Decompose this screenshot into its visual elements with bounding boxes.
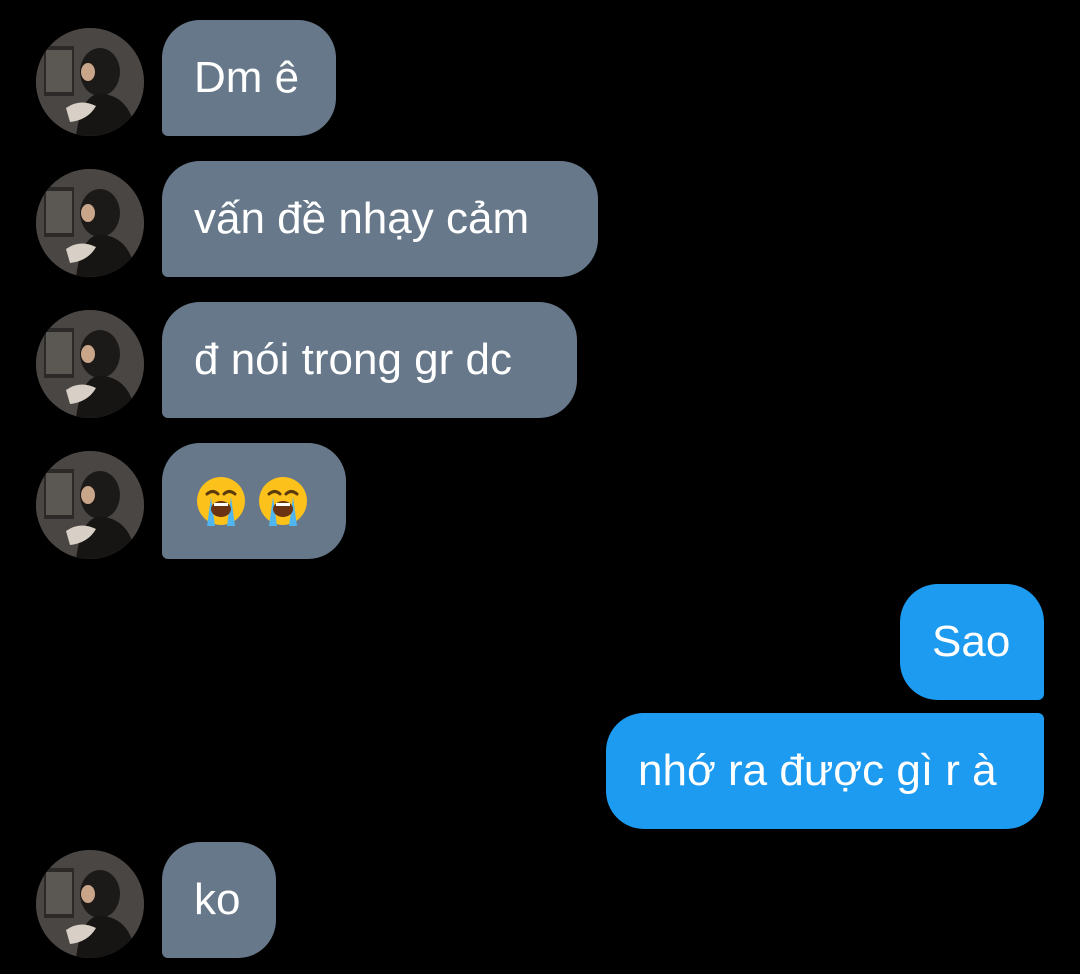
avatar-photo-icon: [36, 310, 144, 418]
loudly-crying-face-icon: [256, 474, 310, 528]
avatar[interactable]: [36, 28, 144, 136]
loudly-crying-face-icon: [194, 474, 248, 528]
message-bubble[interactable]: vấn đề nhạy cảm: [162, 161, 598, 277]
message-text: Sao: [932, 617, 1011, 666]
message-text: Dm ê: [194, 53, 300, 102]
avatar-photo-icon: [36, 451, 144, 559]
avatar-photo-icon: [36, 28, 144, 136]
message-bubble[interactable]: ko: [162, 842, 276, 958]
message-text: ko: [194, 875, 241, 924]
avatar-photo-icon: [36, 169, 144, 277]
avatar[interactable]: [36, 169, 144, 277]
message-text: nhớ ra được gì r à: [638, 746, 997, 795]
message-bubble[interactable]: [162, 443, 346, 559]
avatar[interactable]: [36, 451, 144, 559]
message-text: đ nói trong gr dc: [194, 335, 512, 384]
message-text: vấn đề nhạy cảm: [194, 194, 530, 243]
message-bubble[interactable]: đ nói trong gr dc: [162, 302, 577, 418]
avatar[interactable]: [36, 850, 144, 958]
chat-thread[interactable]: Dm ê vấn đề nhạy cảm đ nói trong gr dc S…: [0, 0, 1080, 974]
avatar-photo-icon: [36, 850, 144, 958]
message-bubble[interactable]: Sao: [900, 584, 1044, 700]
message-bubble[interactable]: nhớ ra được gì r à: [606, 713, 1044, 829]
message-bubble[interactable]: Dm ê: [162, 20, 336, 136]
avatar[interactable]: [36, 310, 144, 418]
